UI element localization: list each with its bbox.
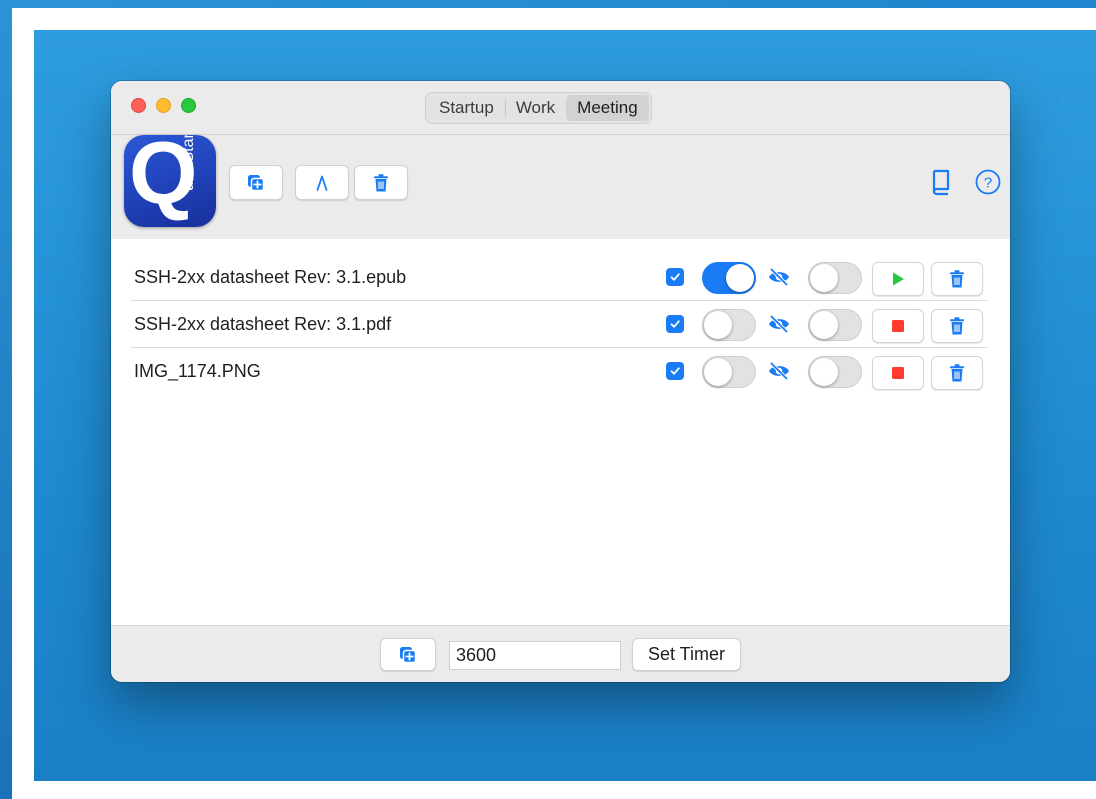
- add-timer-item-button[interactable]: [380, 638, 436, 671]
- item-name: SSH-2xx datasheet Rev: 3.1.pdf: [134, 314, 392, 334]
- list-item: SSH-2xx datasheet Rev: 3.1.pdf: [131, 302, 988, 348]
- quickstart-app-icon: Q uickStart: [124, 135, 216, 227]
- book-icon: [932, 169, 950, 196]
- open-toggle[interactable]: [702, 356, 756, 388]
- tab-startup[interactable]: Startup: [428, 95, 506, 121]
- stop-icon: [892, 367, 904, 379]
- toggle-knob: [704, 358, 732, 386]
- play-button[interactable]: [872, 262, 924, 296]
- title-bar: Startup Work Meeting: [111, 81, 1010, 135]
- desktop-top-strip: [0, 0, 1096, 8]
- checkmark-icon: [670, 367, 680, 375]
- add-icon: [248, 174, 265, 191]
- minimize-window-button[interactable]: [156, 98, 171, 113]
- item-enabled-checkbox[interactable]: [666, 315, 684, 333]
- item-name: SSH-2xx datasheet Rev: 3.1.epub: [134, 267, 407, 287]
- hidden-eye-icon: [769, 362, 789, 380]
- tab-work[interactable]: Work: [505, 95, 566, 121]
- footer-bar: Set Timer: [111, 625, 1010, 682]
- launch-all-button[interactable]: [295, 165, 349, 200]
- svg-text:?: ?: [984, 175, 992, 192]
- toolbar: Q uickStart ?: [111, 135, 1010, 239]
- delete-all-button[interactable]: [354, 165, 408, 200]
- tab-meeting[interactable]: Meeting: [566, 95, 649, 121]
- list-item: IMG_1174.PNG: [131, 349, 988, 395]
- zoom-window-button[interactable]: [181, 98, 196, 113]
- hide-toggle[interactable]: [808, 309, 862, 341]
- toggle-knob: [704, 311, 732, 339]
- toggle-knob: [810, 264, 838, 292]
- timer-seconds-input[interactable]: [449, 641, 621, 670]
- checkmark-icon: [670, 320, 680, 328]
- app-icon-text: uickStart: [180, 135, 197, 191]
- hide-toggle[interactable]: [808, 262, 862, 294]
- play-icon: [893, 272, 904, 286]
- desktop-left-strip: [0, 0, 12, 799]
- toggle-knob: [810, 311, 838, 339]
- item-list: SSH-2xx datasheet Rev: 3.1.epub SSH-2xx …: [111, 239, 1010, 625]
- row-divider: [131, 347, 988, 348]
- delete-item-button[interactable]: [931, 309, 983, 343]
- toggle-knob: [726, 264, 754, 292]
- open-toggle[interactable]: [702, 262, 756, 294]
- library-button[interactable]: [925, 165, 957, 199]
- row-divider: [131, 300, 988, 301]
- trash-icon: [374, 173, 388, 191]
- hidden-eye-icon: [769, 315, 789, 333]
- item-enabled-checkbox[interactable]: [666, 362, 684, 380]
- delete-item-button[interactable]: [931, 356, 983, 390]
- close-window-button[interactable]: [131, 98, 146, 113]
- trash-icon: [950, 270, 964, 288]
- help-button[interactable]: ?: [972, 165, 1004, 199]
- trash-icon: [950, 317, 964, 335]
- help-icon: ?: [975, 169, 1001, 195]
- hidden-eye-icon: [769, 268, 789, 286]
- item-name: IMG_1174.PNG: [134, 361, 261, 381]
- add-item-button[interactable]: [229, 165, 283, 200]
- stop-button[interactable]: [872, 309, 924, 343]
- add-icon: [400, 646, 417, 663]
- launch-icon: [316, 175, 328, 191]
- delete-item-button[interactable]: [931, 262, 983, 296]
- quickstart-window: Startup Work Meeting Q uickStart ? SSH-2…: [111, 81, 1010, 682]
- list-item: SSH-2xx datasheet Rev: 3.1.epub: [131, 255, 988, 301]
- stop-icon: [892, 320, 904, 332]
- item-enabled-checkbox[interactable]: [666, 268, 684, 286]
- open-toggle[interactable]: [702, 309, 756, 341]
- trash-icon: [950, 364, 964, 382]
- toggle-knob: [810, 358, 838, 386]
- checkmark-icon: [670, 273, 680, 281]
- profile-segmented-control: Startup Work Meeting: [425, 92, 652, 124]
- stop-button[interactable]: [872, 356, 924, 390]
- hide-toggle[interactable]: [808, 356, 862, 388]
- set-timer-button[interactable]: Set Timer: [632, 638, 741, 671]
